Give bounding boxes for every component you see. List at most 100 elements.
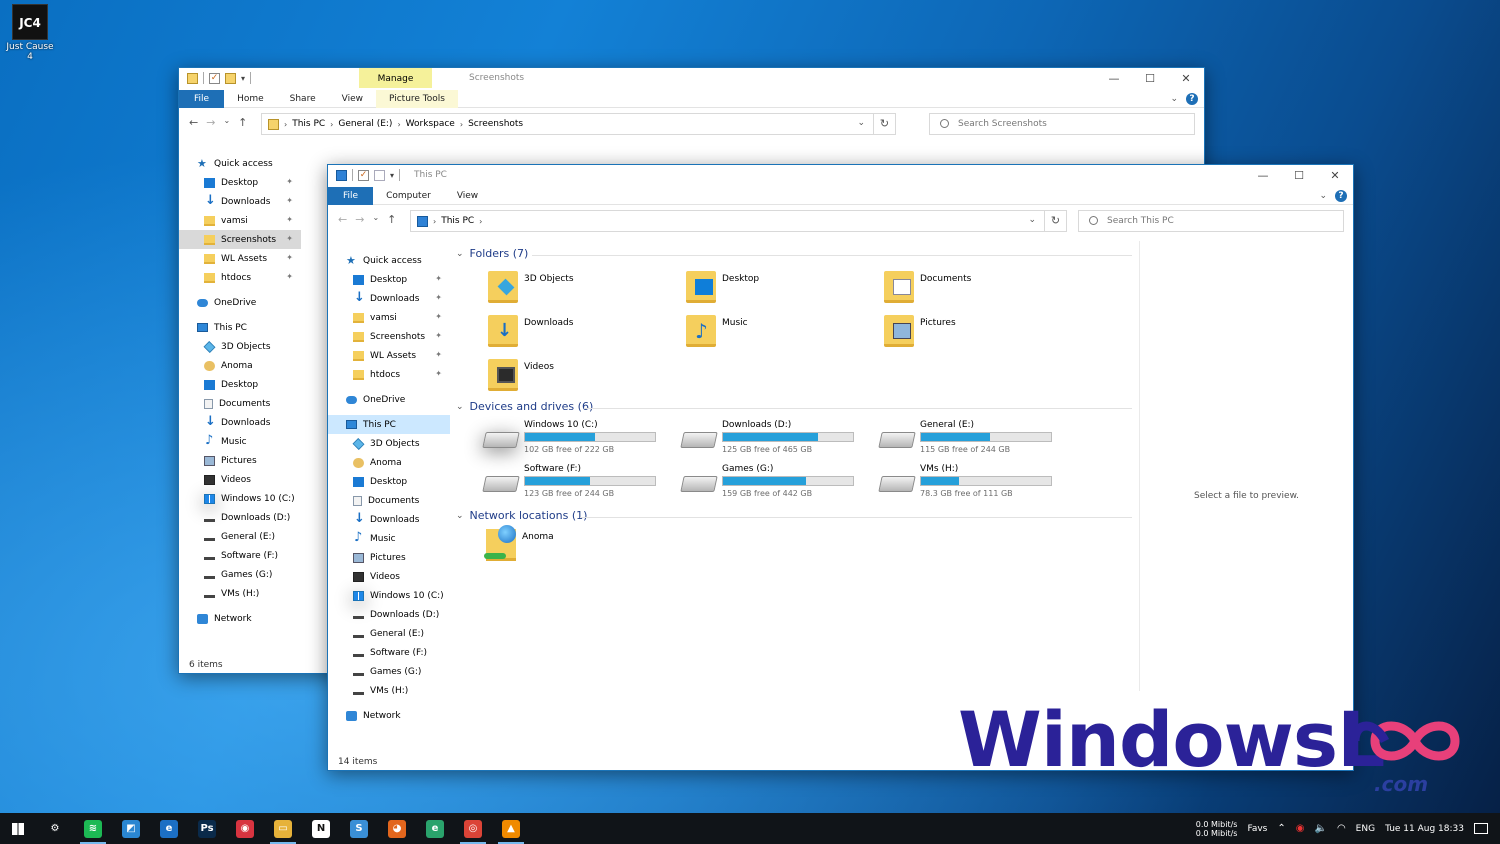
network-location-anoma[interactable]: Anoma: [484, 525, 676, 569]
nav-item[interactable]: vamsi ✦: [179, 211, 301, 230]
breadcrumb-workspace[interactable]: Workspace: [406, 119, 455, 129]
wifi-icon[interactable]: ◠: [1337, 823, 1346, 834]
drive-tile[interactable]: VMs (H:) 78.3 GB free of 111 GB: [878, 464, 1070, 506]
forward-arrow-icon[interactable]: →: [355, 213, 364, 226]
pin-icon[interactable]: ✦: [435, 331, 442, 340]
nav-item[interactable]: vamsi ✦: [328, 308, 450, 327]
minimize-button[interactable]: —: [1245, 165, 1281, 187]
folder-tile[interactable]: Desktop: [686, 271, 876, 311]
tab-view[interactable]: View: [444, 191, 491, 201]
help-icon[interactable]: ?: [1186, 93, 1198, 105]
maximize-button[interactable]: ☐: [1281, 165, 1317, 187]
nav-item[interactable]: Downloads ✦: [179, 192, 301, 211]
nav-item[interactable]: OneDrive: [179, 293, 301, 312]
nav-item[interactable]: VMs (H:): [328, 681, 450, 700]
nav-item[interactable]: Videos: [179, 470, 301, 489]
group-header-network[interactable]: ⌄ Network locations (1): [456, 509, 587, 522]
clock[interactable]: Tue 11 Aug 18:33: [1385, 824, 1464, 834]
taskbar-app[interactable]: ⚙: [36, 813, 74, 844]
nav-item[interactable]: Anoma: [179, 356, 301, 375]
nav-item[interactable]: VMs (H:): [179, 584, 301, 603]
folder-tile[interactable]: ↓ Downloads: [488, 315, 678, 355]
new-folder-icon[interactable]: [225, 72, 236, 84]
nav-item[interactable]: WL Assets ✦: [179, 249, 301, 268]
nav-item[interactable]: General (E:): [328, 624, 450, 643]
minimize-button[interactable]: —: [1096, 68, 1132, 90]
nav-item[interactable]: Anoma: [328, 453, 450, 472]
drive-tile[interactable]: Downloads (D:) 125 GB free of 465 GB: [680, 420, 872, 462]
recent-chevron-icon[interactable]: ⌄: [372, 213, 379, 226]
nav-item[interactable]: Music: [179, 432, 301, 451]
desktop-shortcut-just-cause-4[interactable]: JC4 Just Cause 4: [4, 4, 56, 62]
drive-tile[interactable]: Windows 10 (C:) 102 GB free of 222 GB: [482, 420, 674, 462]
pin-icon[interactable]: ✦: [435, 274, 442, 283]
address-dropdown-icon[interactable]: ⌄: [1028, 215, 1036, 225]
chevron-down-icon[interactable]: ▾: [390, 171, 394, 180]
nav-item[interactable]: General (E:): [179, 527, 301, 546]
nav-item[interactable]: htdocs ✦: [179, 268, 301, 287]
nav-item[interactable]: Music: [328, 529, 450, 548]
nav-item[interactable]: Windows 10 (C:): [179, 489, 301, 508]
expand-ribbon-icon[interactable]: ⌄: [1170, 94, 1178, 104]
chevron-right-icon[interactable]: ›: [284, 120, 287, 129]
recent-chevron-icon[interactable]: ⌄: [223, 116, 230, 129]
nav-item[interactable]: OneDrive: [328, 390, 450, 409]
breadcrumb-screenshots[interactable]: Screenshots: [468, 119, 523, 129]
folder-tile[interactable]: Documents: [884, 271, 1074, 311]
chevron-right-icon[interactable]: ›: [397, 120, 400, 129]
drive-tile[interactable]: Games (G:) 159 GB free of 442 GB: [680, 464, 872, 506]
expand-ribbon-icon[interactable]: ⌄: [1319, 191, 1327, 201]
explorer-window-this-pc[interactable]: ✓ ▾ This PC — ☐ ✕ File Computer View ⌄ ?…: [327, 164, 1354, 771]
search-input[interactable]: Search This PC: [1078, 210, 1344, 232]
nav-item[interactable]: 3D Objects: [328, 434, 450, 453]
nav-item[interactable]: 3D Objects: [179, 337, 301, 356]
group-header-folders[interactable]: ⌄ Folders (7): [456, 247, 528, 260]
taskbar-app[interactable]: S: [340, 813, 378, 844]
nav-item[interactable]: This PC: [179, 318, 301, 337]
tab-picture-tools[interactable]: Picture Tools: [375, 89, 458, 108]
group-header-devices[interactable]: ⌄ Devices and drives (6): [456, 400, 593, 413]
nav-item[interactable]: Desktop: [179, 375, 301, 394]
nav-item[interactable]: ★ Quick access: [328, 251, 450, 270]
nav-item[interactable]: Pictures: [179, 451, 301, 470]
pin-icon[interactable]: ✦: [286, 196, 293, 205]
breadcrumb-this-pc[interactable]: This PC: [292, 119, 325, 129]
collapse-chevron-icon[interactable]: ⌄: [456, 511, 464, 521]
nav-item[interactable]: Desktop ✦: [179, 173, 301, 192]
nav-item[interactable]: This PC: [328, 415, 450, 434]
breadcrumb-this-pc[interactable]: This PC: [441, 216, 474, 226]
close-button[interactable]: ✕: [1317, 165, 1353, 187]
chevron-right-icon[interactable]: ›: [460, 120, 463, 129]
properties-icon[interactable]: ✓: [209, 72, 220, 84]
search-input[interactable]: Search Screenshots: [929, 113, 1195, 135]
nav-item[interactable]: Windows 10 (C:): [328, 586, 450, 605]
nav-item[interactable]: ★ Quick access: [179, 154, 301, 173]
nav-item[interactable]: Documents: [179, 394, 301, 413]
tab-computer[interactable]: Computer: [373, 191, 444, 201]
back-arrow-icon[interactable]: ←: [189, 116, 198, 129]
volume-icon[interactable]: 🔈: [1314, 823, 1326, 834]
taskbar-app[interactable]: ▲: [492, 813, 530, 844]
nav-item[interactable]: Network: [179, 609, 301, 628]
nav-item[interactable]: Screenshots ✦: [179, 230, 301, 249]
taskbar-app[interactable]: ◉: [226, 813, 264, 844]
chevron-up-icon[interactable]: ⌃: [1277, 823, 1285, 834]
address-bar[interactable]: › This PC › General (E:) › Workspace › S…: [261, 113, 896, 135]
up-arrow-icon[interactable]: ↑: [238, 116, 247, 129]
title-bar[interactable]: ✓ ▾ This PC — ☐ ✕: [328, 165, 1353, 187]
refresh-icon[interactable]: ↻: [1044, 211, 1066, 231]
refresh-icon[interactable]: ↻: [873, 114, 895, 134]
tab-file[interactable]: File: [179, 89, 225, 108]
pin-icon[interactable]: ✦: [286, 215, 293, 224]
nav-item[interactable]: Downloads (D:): [328, 605, 450, 624]
collapse-chevron-icon[interactable]: ⌄: [456, 402, 464, 412]
pin-icon[interactable]: ✦: [286, 177, 293, 186]
breadcrumb-general-e[interactable]: General (E:): [338, 119, 392, 129]
pin-icon[interactable]: ✦: [286, 253, 293, 262]
taskbar-app[interactable]: Ps: [188, 813, 226, 844]
nav-item[interactable]: Software (F:): [179, 546, 301, 565]
close-button[interactable]: ✕: [1168, 68, 1204, 90]
folder-icon[interactable]: [187, 72, 198, 84]
taskbar-app[interactable]: ≋: [74, 813, 112, 844]
nav-item[interactable]: htdocs ✦: [328, 365, 450, 384]
